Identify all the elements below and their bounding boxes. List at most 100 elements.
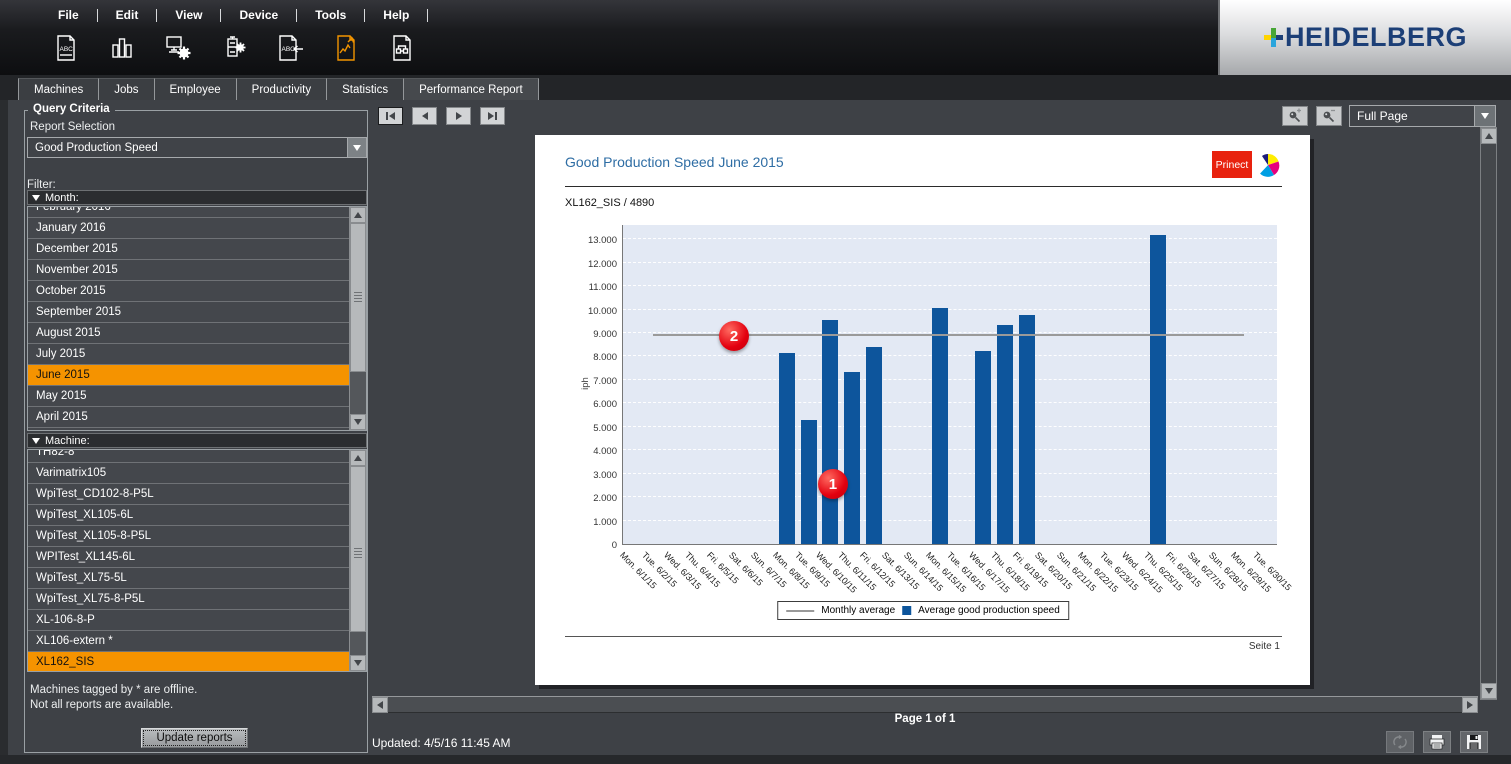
scroll-right-button[interactable] (1462, 697, 1478, 713)
scroll-left-button[interactable] (372, 697, 388, 713)
list-item[interactable]: WpiTest_XL105-8-P5L (28, 526, 349, 547)
chart-legend: Monthly average Average good production … (777, 601, 1069, 620)
arrow-up-icon (354, 455, 362, 461)
list-item[interactable]: June 2015 (28, 365, 349, 386)
report-import-icon[interactable]: ABC (272, 30, 308, 66)
list-item[interactable]: WpiTest_XL105-6L (28, 505, 349, 526)
scroll-down-button[interactable] (1481, 683, 1497, 699)
list-item[interactable]: October 2015 (28, 281, 349, 302)
list-item[interactable]: WpiTest_CD102-8-P5L (28, 484, 349, 505)
list-item[interactable]: WpiTest_XL75-5L (28, 568, 349, 589)
y-axis-label: 6.000 (571, 399, 617, 410)
refresh-button[interactable] (1386, 731, 1414, 753)
tab-jobs[interactable]: Jobs (99, 78, 154, 100)
menu-device[interactable]: Device (221, 8, 296, 22)
scrollbar-thumb[interactable] (350, 466, 366, 632)
list-item[interactable]: TH82-8 (28, 449, 349, 463)
first-page-button[interactable] (378, 107, 403, 125)
report-selection-dropdown-arrow[interactable] (347, 138, 366, 157)
gridline (623, 473, 1277, 474)
list-item[interactable]: January 2016 (28, 218, 349, 239)
computer-settings-icon[interactable] (160, 30, 196, 66)
report-selection-dropdown[interactable]: Good Production Speed (27, 137, 367, 158)
application-window: FileEditViewDeviceToolsHelp ABC (0, 0, 1511, 764)
tab-statistics[interactable]: Statistics (327, 78, 404, 100)
list-item[interactable]: May 2015 (28, 386, 349, 407)
tab-bar: MachinesJobsEmployeeProductivityStatisti… (0, 75, 1511, 100)
list-item[interactable]: July 2015 (28, 344, 349, 365)
list-item[interactable]: XL162_SIS (28, 652, 349, 671)
update-reports-button[interactable]: Update reports (141, 728, 248, 748)
save-button[interactable] (1460, 731, 1488, 753)
list-item[interactable]: December 2015 (28, 239, 349, 260)
list-item[interactable]: XL106-extern * (28, 631, 349, 652)
tab-performance-report[interactable]: Performance Report (404, 78, 539, 100)
zoom-level-dropdown-arrow[interactable] (1474, 106, 1495, 126)
machine-section-header[interactable]: Machine: (27, 433, 367, 448)
floppy-disk-icon (1465, 734, 1483, 750)
machine-section-label: Machine: (45, 435, 90, 447)
scroll-up-button[interactable] (350, 450, 366, 466)
month-section-label: Month: (45, 192, 79, 204)
menu-view[interactable]: View (157, 8, 220, 22)
vertical-scrollbar[interactable] (1480, 127, 1497, 700)
zoom-out-button[interactable] (1316, 106, 1342, 126)
chart-bar (844, 372, 860, 544)
chart-bar (1150, 235, 1166, 544)
gridline (623, 426, 1277, 427)
report-abc-icon[interactable]: ABC (48, 30, 84, 66)
heidelberg-plus-icon (1264, 28, 1283, 47)
chart-bar (932, 308, 948, 544)
scrollbar-track[interactable] (350, 223, 366, 414)
scroll-up-button[interactable] (1481, 128, 1497, 144)
list-item[interactable]: XL-106-8-P (28, 610, 349, 631)
tab-machines[interactable]: Machines (18, 78, 99, 100)
scroll-down-button[interactable] (350, 655, 366, 671)
list-item[interactable]: WPITest_XL145-6L (28, 547, 349, 568)
bar-chart-icon[interactable] (104, 30, 140, 66)
machine-listbox: TH82-8Varimatrix105WpiTest_CD102-8-P5LWp… (27, 449, 367, 672)
list-item[interactable]: February 2016 (28, 206, 349, 218)
chevron-down-icon (353, 145, 361, 151)
report-flow-icon[interactable] (384, 30, 420, 66)
list-item[interactable]: WpiTest_XL75-8-P5L (28, 589, 349, 610)
horizontal-scrollbar[interactable] (372, 696, 1478, 713)
scrollbar-track[interactable] (350, 466, 366, 655)
prinect-logo: Prinect (1212, 151, 1252, 178)
report-page: Good Production Speed June 2015 Prinect … (535, 135, 1310, 685)
zoom-level-dropdown[interactable]: Full Page (1349, 105, 1496, 127)
gridline (623, 449, 1277, 450)
next-page-button[interactable] (446, 107, 471, 125)
zoom-in-button[interactable] (1282, 106, 1308, 126)
scroll-up-button[interactable] (350, 207, 366, 223)
title-divider (565, 186, 1282, 187)
machine-subtitle: XL162_SIS / 4890 (565, 197, 654, 209)
performance-report-icon[interactable] (328, 30, 364, 66)
tab-productivity[interactable]: Productivity (237, 78, 327, 100)
gridline (623, 262, 1277, 263)
printer-icon (1428, 734, 1446, 750)
previous-page-button[interactable] (412, 107, 437, 125)
list-item[interactable]: November 2015 (28, 260, 349, 281)
collapse-triangle-icon (32, 195, 40, 201)
arrow-up-icon (354, 212, 362, 218)
menu-edit[interactable]: Edit (98, 8, 157, 22)
machine-settings-icon[interactable] (216, 30, 252, 66)
y-axis-label: 8.000 (571, 352, 617, 363)
last-page-button[interactable] (480, 107, 505, 125)
list-item[interactable]: September 2015 (28, 302, 349, 323)
average-line-swatch (786, 610, 814, 612)
menu-help[interactable]: Help (365, 8, 427, 22)
machine-list: TH82-8Varimatrix105WpiTest_CD102-8-P5LWp… (28, 449, 349, 671)
tab-employee[interactable]: Employee (155, 78, 237, 100)
list-item[interactable]: Varimatrix105 (28, 463, 349, 484)
print-button[interactable] (1423, 731, 1451, 753)
month-section-header[interactable]: Month: (27, 190, 367, 205)
top-bar: FileEditViewDeviceToolsHelp ABC (0, 0, 1511, 75)
list-item[interactable]: April 2015 (28, 407, 349, 428)
menu-file[interactable]: File (40, 8, 97, 22)
list-item[interactable]: August 2015 (28, 323, 349, 344)
scroll-down-button[interactable] (350, 414, 366, 430)
menu-tools[interactable]: Tools (297, 8, 364, 22)
scrollbar-thumb[interactable] (350, 223, 366, 372)
